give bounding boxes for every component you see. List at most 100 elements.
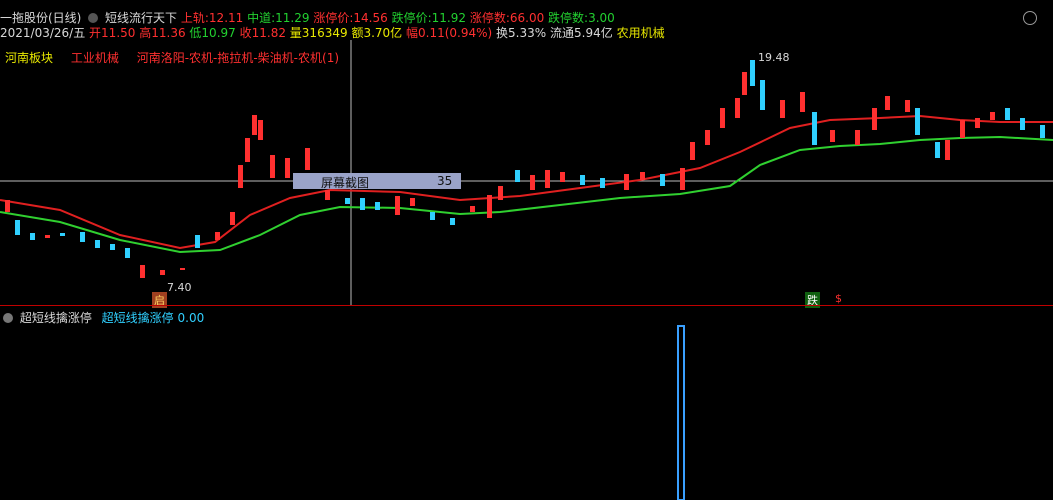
limitup-price-value: 14.56 bbox=[353, 11, 388, 25]
candle-62 bbox=[975, 118, 980, 128]
quote-line: 2021/03/26/五 开11.50 高11.36 低10.97 收11.82… bbox=[0, 24, 665, 40]
dropdown-icon[interactable] bbox=[3, 313, 13, 323]
upper-value: 12.11 bbox=[208, 11, 244, 25]
candle-34 bbox=[530, 175, 535, 190]
candle-35 bbox=[545, 170, 550, 188]
candle-25 bbox=[375, 202, 380, 210]
candle-54 bbox=[855, 130, 860, 145]
signal-dollar[interactable]: $ bbox=[833, 292, 844, 305]
sector-tags: 河南板块 工业机械 河南洛阳-农机-拖拉机-柴油机-农机(1) bbox=[5, 49, 339, 65]
candle-50 bbox=[780, 100, 785, 118]
candlestick-chart[interactable] bbox=[0, 0, 1053, 500]
candle-23 bbox=[345, 198, 350, 204]
candle-26 bbox=[395, 196, 400, 215]
sub-indicator-name[interactable]: 超短线擒涨停 bbox=[20, 309, 92, 326]
panel-divider[interactable] bbox=[0, 305, 1053, 306]
candle-30 bbox=[470, 206, 475, 212]
candle-49 bbox=[760, 80, 765, 110]
candle-36 bbox=[560, 172, 565, 182]
sector-tag-1[interactable]: 河南板块 bbox=[5, 49, 53, 66]
sub-series-name: 超短线擒涨停 bbox=[101, 311, 174, 325]
candle-33 bbox=[515, 170, 520, 182]
candle-53 bbox=[830, 130, 835, 142]
candle-9 bbox=[140, 265, 145, 278]
candle-57 bbox=[905, 100, 910, 112]
candle-52 bbox=[812, 112, 817, 145]
quote-float-cap: 流通5.94亿 bbox=[550, 26, 613, 40]
candle-60 bbox=[945, 140, 950, 160]
candle-43 bbox=[690, 142, 695, 160]
candle-17 bbox=[252, 115, 257, 135]
quote-close: 收11.82 bbox=[239, 26, 286, 40]
quote-open: 开11.50 bbox=[89, 26, 136, 40]
sub-panel-header: 超短线擒涨停 超短线擒涨停 0.00 bbox=[0, 309, 204, 325]
candle-15 bbox=[238, 165, 243, 188]
candle-61 bbox=[960, 120, 965, 138]
quote-industry: 农用机械 bbox=[616, 26, 665, 40]
candle-39 bbox=[624, 174, 629, 190]
candle-24 bbox=[360, 198, 365, 210]
quote-change: 幅0.11(0.94%) bbox=[406, 26, 493, 40]
candle-55 bbox=[872, 108, 877, 130]
candle-32 bbox=[498, 186, 503, 200]
candle-10 bbox=[160, 270, 165, 275]
sector-tag-3[interactable]: 河南洛阳-农机-拖拉机-柴油机-农机(1) bbox=[137, 49, 339, 66]
quote-volume: 量316349 bbox=[289, 26, 348, 40]
candle-56 bbox=[885, 96, 890, 110]
candle-7 bbox=[110, 244, 115, 250]
upper-band-line bbox=[0, 114, 1053, 250]
candle-37 bbox=[580, 175, 585, 185]
sector-tag-2[interactable]: 工业机械 bbox=[71, 49, 119, 66]
candle-51 bbox=[800, 92, 805, 112]
candle-58 bbox=[915, 108, 920, 135]
candle-21 bbox=[305, 148, 310, 170]
quote-amount: 额3.70亿 bbox=[351, 26, 403, 40]
top-strip bbox=[0, 0, 1053, 8]
candle-41 bbox=[660, 174, 665, 186]
candle-28 bbox=[430, 212, 435, 220]
popup-value: 35 bbox=[437, 174, 453, 188]
quote-high: 高11.36 bbox=[139, 26, 186, 40]
candle-1 bbox=[15, 220, 20, 235]
candle-20 bbox=[285, 158, 290, 178]
candle-0 bbox=[5, 200, 10, 212]
candle-18 bbox=[258, 120, 263, 140]
limitdown-count-value: 3.00 bbox=[588, 11, 615, 25]
mid-value: 11.29 bbox=[275, 11, 310, 25]
candle-59 bbox=[935, 142, 940, 158]
candle-66 bbox=[1040, 125, 1045, 138]
candle-65 bbox=[1020, 118, 1025, 130]
candle-27 bbox=[410, 198, 415, 206]
candle-29 bbox=[450, 218, 455, 225]
close-icon[interactable] bbox=[1023, 11, 1037, 28]
candle-3 bbox=[45, 235, 50, 238]
candle-22 bbox=[325, 190, 330, 200]
candle-14 bbox=[230, 212, 235, 225]
indicator-spike bbox=[677, 325, 685, 500]
quote-turnover: 换5.33% bbox=[496, 26, 547, 40]
sub-series-value: 0.00 bbox=[177, 311, 205, 325]
candle-63 bbox=[990, 112, 995, 120]
candle-5 bbox=[80, 232, 85, 242]
candle-40 bbox=[640, 172, 645, 180]
candle-64 bbox=[1005, 108, 1010, 120]
candle-42 bbox=[680, 168, 685, 190]
settings-icon[interactable] bbox=[88, 13, 99, 23]
candle-11 bbox=[180, 268, 185, 270]
candle-16 bbox=[245, 138, 250, 162]
low-price-mark: 7.40 bbox=[167, 281, 192, 294]
candle-47 bbox=[742, 72, 747, 95]
candle-2 bbox=[30, 233, 35, 240]
quote-low: 低10.97 bbox=[189, 26, 236, 40]
candle-46 bbox=[735, 98, 740, 118]
candle-6 bbox=[95, 240, 100, 248]
candle-13 bbox=[215, 232, 220, 240]
candle-19 bbox=[270, 155, 275, 178]
screenshot-popup[interactable]: 屏幕截图 35 bbox=[293, 173, 461, 190]
high-price-mark: 19.48 bbox=[758, 51, 790, 64]
popup-title: 屏幕截图 bbox=[321, 176, 370, 190]
candle-31 bbox=[487, 195, 492, 218]
quote-date: 2021/03/26/五 bbox=[0, 26, 86, 40]
candle-45 bbox=[720, 108, 725, 128]
candle-38 bbox=[600, 178, 605, 188]
